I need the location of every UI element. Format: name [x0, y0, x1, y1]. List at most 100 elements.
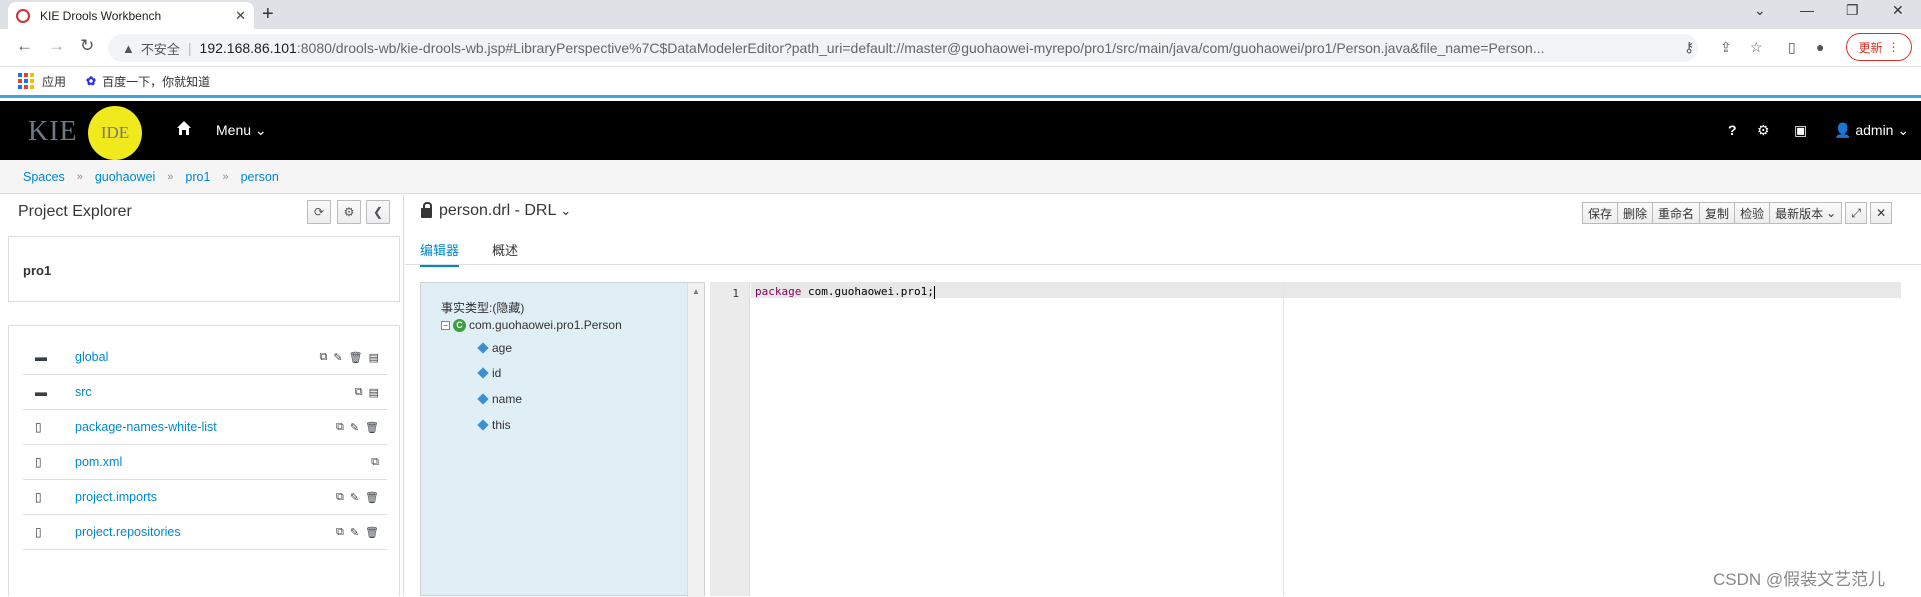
latest-version-dropdown[interactable]: 最新版本 ⌄: [1769, 202, 1843, 224]
address-bar[interactable]: ▲ 不安全 | 192.168.86.101 :8080/drools-wb/k…: [108, 34, 1698, 62]
file-name[interactable]: pom.xml: [75, 455, 371, 469]
editor-title[interactable]: person.drl - DRL ⌄: [421, 202, 571, 220]
collapse-icon[interactable]: −: [441, 320, 450, 330]
breadcrumb-asset[interactable]: person: [241, 170, 279, 184]
copy-icon[interactable]: ⧉: [336, 421, 344, 434]
refresh-button[interactable]: ⟳: [307, 200, 331, 224]
window-close-icon[interactable]: ✕: [1892, 2, 1904, 19]
edit-icon[interactable]: ✎: [333, 351, 342, 364]
close-icon[interactable]: ✕: [1870, 202, 1893, 224]
update-label: 更新: [1858, 40, 1883, 55]
code-line[interactable]: package com.guohaowei.pro1;: [755, 285, 935, 299]
fact-field[interactable]: this: [477, 418, 511, 432]
archive-icon[interactable]: ▤: [369, 386, 379, 399]
back-icon[interactable]: ←: [16, 36, 33, 56]
restore-icon[interactable]: ❐: [1846, 2, 1859, 19]
forward-icon[interactable]: →: [48, 36, 65, 56]
list-item[interactable]: ▯ pom.xml ⧉: [23, 445, 387, 480]
new-tab-button[interactable]: +: [262, 3, 274, 26]
bookmark-baidu[interactable]: ✿ 百度一下，你就知道: [86, 73, 210, 90]
trash-icon[interactable]: 🗑: [365, 526, 379, 539]
bookmarks-bar: 应用 ✿ 百度一下，你就知道: [0, 67, 1921, 98]
field-icon: [477, 342, 489, 354]
file-name[interactable]: global: [75, 350, 320, 364]
file-name[interactable]: project.imports: [75, 490, 336, 504]
browser-tab-title: KIE Drools Workbench: [40, 8, 162, 23]
validate-button[interactable]: 检验: [1734, 202, 1771, 224]
copy-icon[interactable]: ⧉: [336, 526, 344, 539]
fact-class-name: com.guohaowei.pro1.Person: [469, 318, 622, 332]
apps-grid-icon: [18, 73, 34, 89]
user-menu[interactable]: 👤 admin ⌄: [1834, 122, 1909, 139]
url-path: :8080/drools-wb/kie-drools-wb.jsp#Librar…: [296, 40, 1545, 56]
print-margin: [1283, 282, 1284, 596]
fact-class[interactable]: − C com.guohaowei.pro1.Person: [441, 318, 622, 332]
fact-field-name: age: [492, 341, 513, 355]
bookmark-apps[interactable]: 应用: [18, 73, 66, 90]
update-button[interactable]: 更新 ⋮: [1846, 33, 1912, 61]
minimize-icon[interactable]: —: [1800, 2, 1814, 18]
archive-icon[interactable]: ▤: [369, 351, 379, 364]
scrollbar[interactable]: ▲: [687, 283, 704, 597]
key-icon[interactable]: ⚷: [1684, 39, 1694, 56]
list-item[interactable]: ▯ project.imports ⧉ ✎ 🗑: [23, 480, 387, 515]
menu-dropdown[interactable]: Menu ⌄: [216, 122, 267, 139]
rename-button[interactable]: 重命名: [1652, 202, 1701, 224]
browser-tab[interactable]: KIE Drools Workbench ✕: [8, 2, 254, 29]
side-panel-icon[interactable]: ▯: [1788, 39, 1796, 56]
bookmark-label: 应用: [42, 74, 67, 89]
code-keyword: package: [755, 285, 802, 298]
copy-icon[interactable]: ⧉: [355, 386, 363, 399]
breadcrumb-project[interactable]: pro1: [185, 170, 210, 184]
bookmark-star-icon[interactable]: ☆: [1750, 39, 1763, 56]
collapse-panel-button[interactable]: ❮: [366, 200, 390, 224]
fact-field[interactable]: age: [477, 341, 513, 355]
baidu-paw-icon: ✿: [86, 74, 97, 88]
file-name[interactable]: src: [75, 385, 355, 399]
save-button[interactable]: 保存: [1582, 202, 1619, 224]
profile-icon[interactable]: ●: [1816, 39, 1824, 55]
copy-button[interactable]: 复制: [1699, 202, 1736, 224]
toolbox-icon[interactable]: ▣: [1794, 122, 1807, 139]
reload-icon[interactable]: ↻: [80, 36, 94, 56]
edit-icon[interactable]: ✎: [350, 421, 359, 434]
list-item[interactable]: ▬ global ⧉ ✎ 🗑 ▤: [23, 340, 387, 375]
editor-panel: person.drl - DRL ⌄ 保存 删除 重命名 复制 检验 最新版本 ⌄…: [405, 195, 1921, 597]
copy-icon[interactable]: ⧉: [336, 491, 344, 504]
tab-editor[interactable]: 编辑器: [420, 240, 460, 267]
delete-button[interactable]: 删除: [1617, 202, 1654, 224]
breadcrumb-space[interactable]: guohaowei: [95, 170, 155, 184]
chevron-down-icon[interactable]: ⌄: [1754, 2, 1766, 19]
copy-icon[interactable]: ⧉: [320, 351, 328, 364]
scroll-up-icon[interactable]: ▲: [692, 287, 700, 296]
trash-icon[interactable]: 🗑: [365, 421, 379, 434]
project-name[interactable]: pro1: [8, 236, 400, 302]
tab-overview[interactable]: 概述: [492, 240, 518, 259]
field-icon: [477, 367, 489, 379]
close-tab-icon[interactable]: ✕: [235, 8, 246, 24]
fact-field[interactable]: name: [477, 392, 522, 406]
insecure-label: 不安全: [140, 41, 180, 57]
list-item[interactable]: ▬ src ⧉ ▤: [23, 375, 387, 410]
share-icon[interactable]: ⇪: [1720, 39, 1732, 56]
gear-icon[interactable]: ⚙: [1757, 122, 1770, 139]
code-editor[interactable]: 1 package com.guohaowei.pro1;: [710, 282, 1921, 596]
breadcrumb-spaces[interactable]: Spaces: [23, 170, 65, 184]
help-icon[interactable]: ?: [1728, 122, 1737, 138]
maximize-icon[interactable]: ⤢: [1845, 202, 1868, 224]
home-icon[interactable]: [176, 120, 192, 136]
fact-field[interactable]: id: [477, 366, 501, 380]
trash-icon[interactable]: 🗑: [365, 491, 379, 504]
list-item[interactable]: ▯ project.repositories ⧉ ✎ 🗑: [23, 515, 387, 550]
list-item[interactable]: ▯ package-names-white-list ⧉ ✎ 🗑: [23, 410, 387, 445]
settings-button[interactable]: ⚙: [337, 200, 361, 224]
edit-icon[interactable]: ✎: [350, 526, 359, 539]
edit-icon[interactable]: ✎: [350, 491, 359, 504]
file-icon: ▯: [35, 490, 42, 504]
file-name[interactable]: project.repositories: [75, 525, 336, 539]
divider: |: [187, 40, 192, 56]
chevron-down-icon: ⌄: [1826, 206, 1837, 220]
trash-icon[interactable]: 🗑: [349, 351, 363, 364]
file-name[interactable]: package-names-white-list: [75, 420, 336, 434]
copy-icon[interactable]: ⧉: [371, 456, 379, 469]
